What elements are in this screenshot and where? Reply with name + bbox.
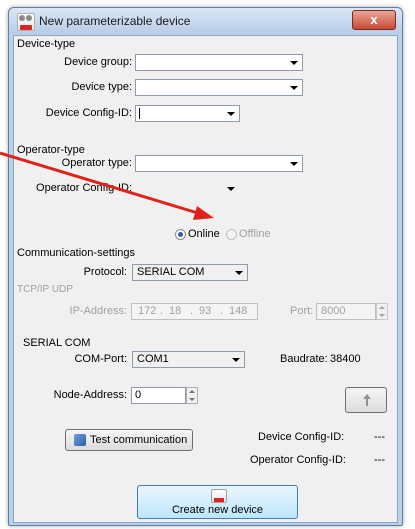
- annotation-arrow-line: [0, 151, 202, 216]
- annotation-arrow: [0, 151, 214, 220]
- annotation-arrow-head: [193, 206, 214, 220]
